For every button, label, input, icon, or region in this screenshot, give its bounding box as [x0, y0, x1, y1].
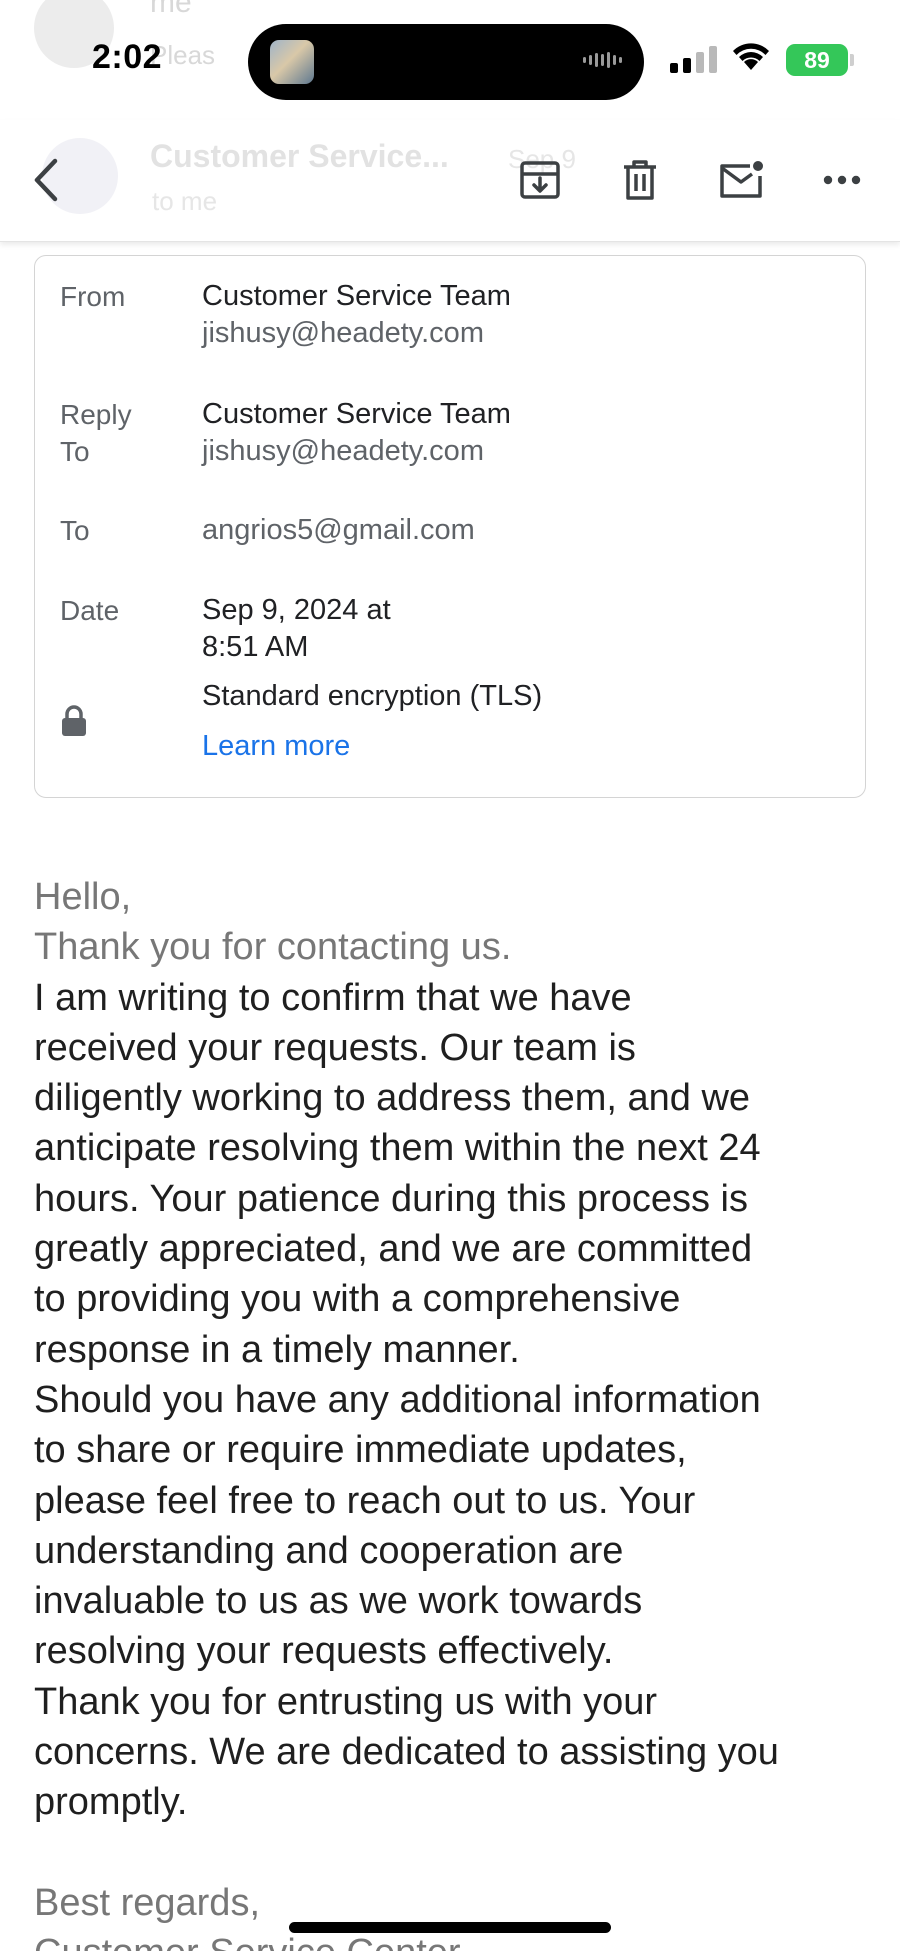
lock-icon — [62, 705, 86, 736]
body-paragraph-1: I am writing to confirm that we have rec… — [34, 976, 761, 1371]
reply-to-label: Reply To — [60, 399, 132, 467]
body-paragraph-2: Should you have any additional informati… — [34, 1378, 761, 1673]
home-indicator[interactable] — [289, 1922, 611, 1933]
intro-line: Thank you for contacting us. — [34, 926, 512, 969]
battery-level: 89 — [786, 44, 848, 76]
status-bar: 2:02 89 — [0, 0, 900, 120]
to-label: To — [60, 515, 90, 546]
background-sender-name: Customer Service... — [150, 138, 449, 174]
reply-to-name: Customer Service Team — [202, 398, 511, 430]
encryption-status: Standard encryption (TLS) — [202, 680, 543, 712]
delete-button[interactable] — [612, 152, 668, 208]
greeting: Hello, — [34, 876, 132, 918]
back-button[interactable] — [18, 152, 74, 208]
from-name: Customer Service Team — [202, 280, 511, 312]
status-time: 2:02 — [92, 38, 163, 76]
email-body: Hello, Thank you for contacting us. I am… — [34, 872, 874, 1951]
trash-icon — [624, 160, 656, 200]
chevron-left-icon — [34, 158, 58, 202]
more-options-button[interactable] — [814, 152, 870, 208]
learn-more-link[interactable]: Learn more — [202, 728, 350, 765]
dynamic-island[interactable] — [248, 24, 644, 100]
from-email[interactable]: jishusy@headety.com — [202, 315, 484, 352]
more-horizontal-icon — [823, 175, 861, 185]
archive-icon — [520, 161, 560, 199]
archive-button[interactable] — [512, 152, 568, 208]
closing: Best regards, — [34, 1881, 260, 1924]
now-playing-thumbnail — [270, 40, 314, 84]
mark-unread-button[interactable] — [713, 152, 769, 208]
to-email[interactable]: angrios5@gmail.com — [202, 512, 475, 549]
date-label: Date — [60, 595, 120, 626]
from-label: From — [60, 281, 126, 312]
background-to-line: to me — [152, 186, 218, 216]
email-details-card: From Customer Service Team jishusy@heade… — [34, 255, 866, 798]
mail-unread-icon — [720, 161, 763, 198]
body-paragraph-3: Thank you for entrusting us with your co… — [34, 1680, 779, 1824]
wifi-icon — [733, 43, 769, 70]
audio-wave-icon — [583, 52, 622, 68]
date-value: Sep 9, 2024 at 8:51 AM — [202, 594, 391, 663]
cellular-signal-icon — [670, 46, 717, 73]
battery-cap — [850, 54, 854, 66]
reply-to-email[interactable]: jishusy@headety.com — [202, 433, 484, 470]
email-toolbar: Customer Service... Sep 9 to me — [0, 120, 900, 242]
